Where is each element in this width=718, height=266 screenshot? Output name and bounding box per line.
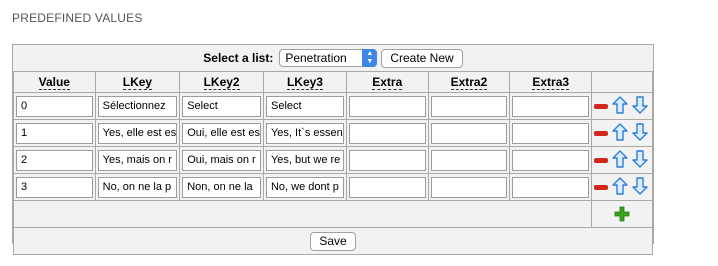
arrow-down-icon[interactable] (632, 122, 648, 144)
extra2-input[interactable] (430, 149, 508, 171)
lkey2-input[interactable]: Select (182, 95, 261, 117)
header-lkey3: LKey3 (262, 71, 347, 93)
lkey3-input[interactable]: Yes, It`s essen (265, 122, 344, 144)
lkey2-input[interactable]: Oui, mais on r (182, 149, 261, 171)
minus-icon[interactable] (594, 184, 609, 190)
plus-icon[interactable] (614, 206, 630, 222)
create-new-button[interactable]: Create New (381, 48, 463, 68)
predefined-values-panel: Select a list: Penetration ▲ ▼ Create New… (12, 44, 654, 255)
extra3-input[interactable] (512, 176, 590, 198)
extra3-input[interactable] (512, 122, 590, 144)
extra2-input[interactable] (430, 176, 508, 198)
lkey2-input[interactable]: Non, on ne la (182, 176, 261, 198)
header-extra: Extra (345, 71, 429, 93)
lkey-input[interactable]: Yes, elle est es (97, 122, 178, 144)
header-lkey: LKey (94, 71, 181, 93)
add-row (12, 200, 653, 228)
extra-input[interactable] (348, 149, 426, 171)
list-select[interactable]: Penetration ▲ ▼ (279, 49, 378, 67)
value-input[interactable]: 3 (16, 176, 93, 198)
extra-input[interactable] (348, 176, 426, 198)
header-lkey2: LKey2 (179, 71, 264, 93)
header-actions (591, 71, 653, 93)
arrow-up-icon[interactable] (612, 149, 629, 171)
save-row: Save (13, 227, 653, 255)
add-row-spacer (12, 200, 593, 228)
table-row: 3 No, on ne la p Non, on ne la No, we do… (13, 173, 653, 201)
arrow-up-icon[interactable] (612, 122, 629, 144)
section-title: PREDEFINED VALUES (12, 11, 143, 25)
extra3-input[interactable] (512, 95, 590, 117)
table-body: 0 Sélectionnez Select Select 1 Yes, elle… (12, 92, 653, 255)
value-input[interactable]: 1 (16, 122, 93, 144)
lkey-input[interactable]: No, on ne la p (97, 176, 178, 198)
extra-input[interactable] (348, 122, 426, 144)
lkey-input[interactable]: Yes, mais on r (97, 149, 178, 171)
value-input[interactable]: 2 (16, 149, 93, 171)
arrow-down-icon[interactable] (632, 95, 648, 117)
lkey3-input[interactable]: Select (265, 95, 344, 117)
list-select-label: Select a list: (203, 51, 274, 65)
table-row: 0 Sélectionnez Select Select (13, 92, 653, 120)
select-arrows-icon: ▲ ▼ (362, 49, 378, 67)
lkey3-input[interactable]: Yes, but we re (265, 149, 344, 171)
minus-icon[interactable] (594, 157, 609, 163)
extra-input[interactable] (348, 95, 426, 117)
list-select-value: Penetration (285, 51, 347, 65)
value-input[interactable]: 0 (16, 95, 93, 117)
header-value: Value (13, 71, 96, 93)
arrow-up-icon[interactable] (612, 95, 629, 117)
arrow-down-icon[interactable] (632, 149, 648, 171)
minus-icon[interactable] (594, 103, 609, 109)
table-header-row: Value LKey LKey2 LKey3 Extra Extra2 Extr… (13, 71, 653, 93)
extra2-input[interactable] (430, 122, 508, 144)
header-extra3: Extra3 (509, 71, 593, 93)
lkey2-input[interactable]: Oui, elle est es (182, 122, 261, 144)
table-row: 2 Yes, mais on r Oui, mais on r Yes, but… (13, 146, 653, 174)
list-selector-bar: Select a list: Penetration ▲ ▼ Create New (13, 45, 653, 71)
arrow-up-icon[interactable] (612, 176, 629, 198)
arrow-down-icon[interactable] (632, 176, 648, 198)
extra3-input[interactable] (512, 149, 590, 171)
values-table: Value LKey LKey2 LKey3 Extra Extra2 Extr… (12, 71, 653, 255)
table-row: 1 Yes, elle est es Oui, elle est es Yes,… (13, 119, 653, 147)
extra2-input[interactable] (430, 95, 508, 117)
lkey3-input[interactable]: No, we dont p (265, 176, 344, 198)
save-button[interactable]: Save (310, 231, 356, 251)
minus-icon[interactable] (594, 130, 609, 136)
header-extra2: Extra2 (427, 71, 511, 93)
lkey-input[interactable]: Sélectionnez (97, 95, 178, 117)
